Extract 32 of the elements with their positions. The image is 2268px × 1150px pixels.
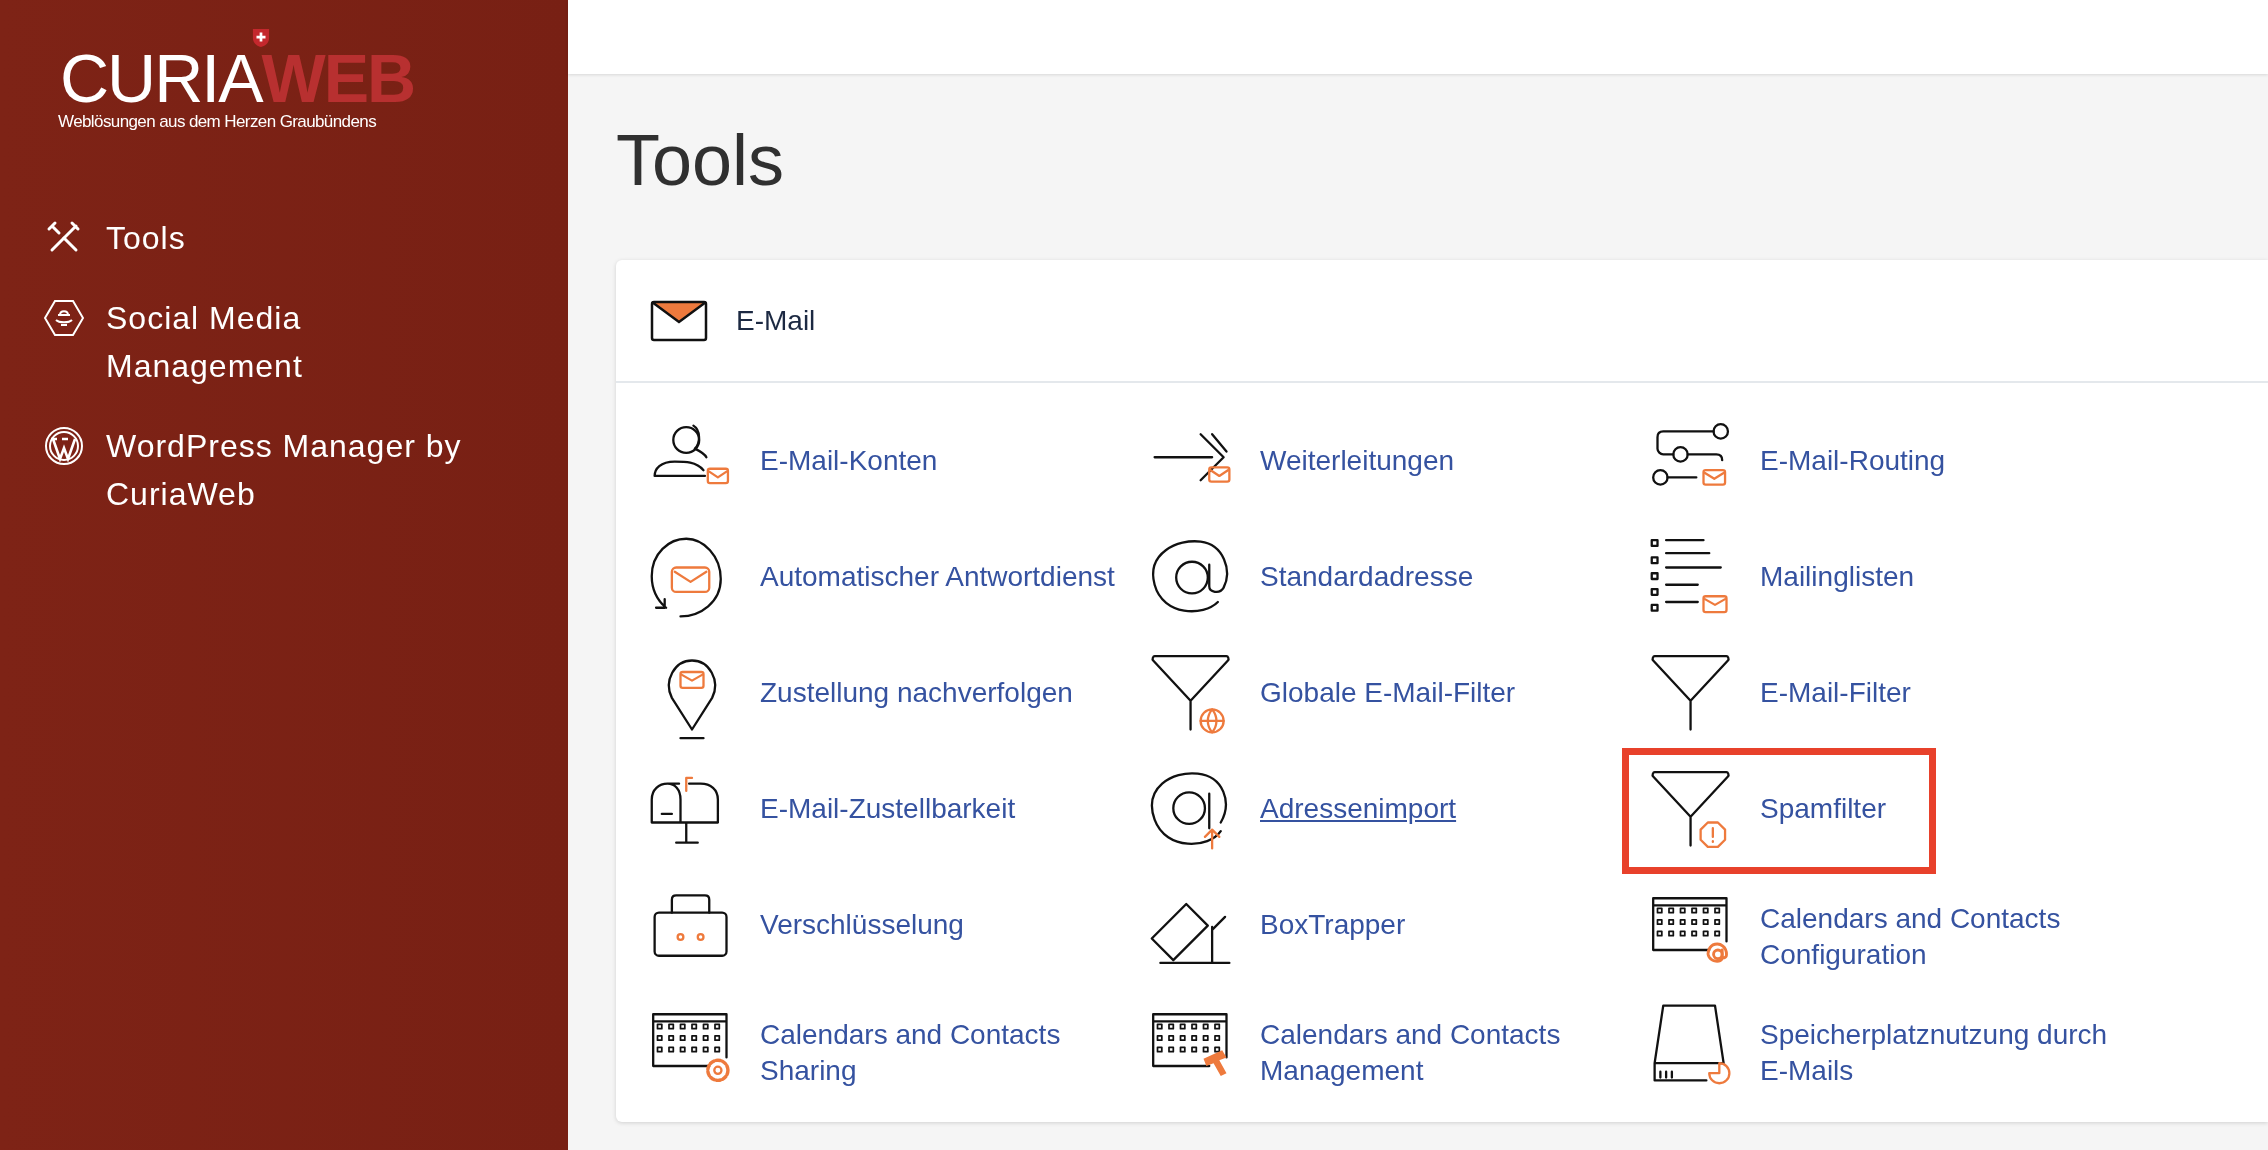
sidebar-item-label: WordPress Manager by CuriaWeb [106,427,463,514]
envelope-icon [650,299,708,342]
tool-link[interactable]: E-Mail-Zustellbarkeit [760,771,1016,851]
tool-link[interactable]: Mailinglisten [1760,539,1915,619]
sidebar-item[interactable]: Tools [44,214,524,262]
tool-link[interactable]: Verschlüsselung [760,887,964,967]
swiss-shield-icon [252,28,270,48]
tool-link[interactable]: Spamfilter [1760,771,1887,851]
tool-link[interactable]: Automatischer Antwortdienst [760,539,1115,619]
tool-link[interactable]: Speicherplatznutzung durch E-Mails [1760,997,2140,1089]
sidebar-item[interactable]: WordPress Manager by CuriaWeb [44,422,524,518]
logo-wordmark: CURIAWEB [60,46,416,110]
page-title: Tools [616,119,786,202]
tool-link[interactable]: Calendars and Contacts Management [1260,997,1640,1089]
tool-link[interactable]: Weiterleitungen [1260,423,1455,503]
tool-link[interactable]: E-Mail-Konten [760,423,938,503]
tool-link[interactable]: Zustellung nachverfolgen [760,655,1073,735]
tool-link[interactable]: Calendars and Contacts Configuration [1760,881,2140,973]
sidebar-item[interactable]: Social Media Management [44,294,524,390]
hexagon-icon [44,298,84,338]
sidebar-item-label: Tools [106,219,186,258]
tool-link[interactable]: Globale E-Mail-Filter [1260,655,1516,735]
section-title: E-Mail [736,304,816,337]
logo-tagline: Weblösungen aus dem Herzen Graubündens [58,112,378,132]
tool-link[interactable]: Adressenimport [1260,771,1457,851]
tool-link[interactable]: Standardadresse [1260,539,1474,619]
tool-link[interactable]: E-Mail-Filter [1760,655,1911,735]
sidebar-item-label: Social Media Management [106,299,304,386]
tool-link[interactable]: Calendars and Contacts Sharing [760,997,1140,1089]
tool-link[interactable]: E-Mail-Routing [1760,423,1946,503]
tool-link[interactable]: BoxTrapper [1260,887,1406,967]
wordpress-icon [44,426,84,466]
